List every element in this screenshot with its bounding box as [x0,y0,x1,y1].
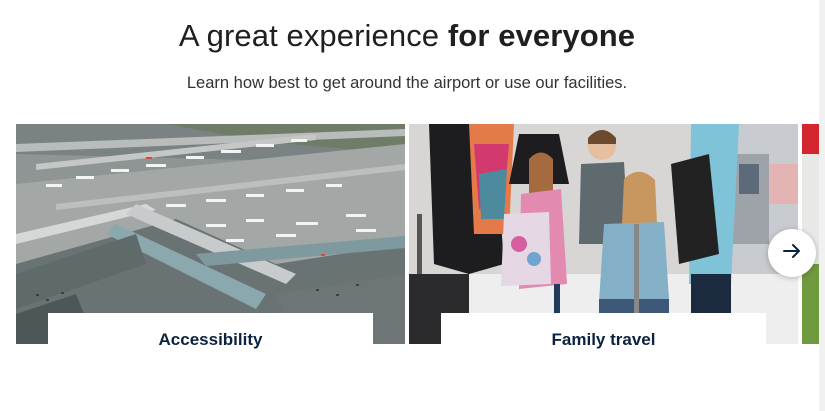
section-title-light: A great experience [178,18,448,53]
experience-carousel: Accessibility Family travel [16,124,825,364]
card-family-travel[interactable]: Family travel [409,124,798,364]
carousel-next-button[interactable] [768,229,816,277]
aerial-airport-terminal-photo [16,124,405,344]
section-title-bold: for everyone [447,18,636,53]
family-with-luggage-photo [409,124,798,344]
card-label-box: Accessibility [48,313,373,364]
card-label: Accessibility [158,329,263,349]
section-subtitle: Learn how best to get around the airport… [186,74,628,92]
card-label: Family travel [551,329,656,349]
card-accessibility[interactable]: Accessibility [16,124,405,364]
section-title: A great experience for everyone [0,18,814,54]
card-label-box: Family travel [441,313,766,364]
arrow-right-icon [782,241,802,266]
scrollbar-track[interactable] [819,0,825,411]
